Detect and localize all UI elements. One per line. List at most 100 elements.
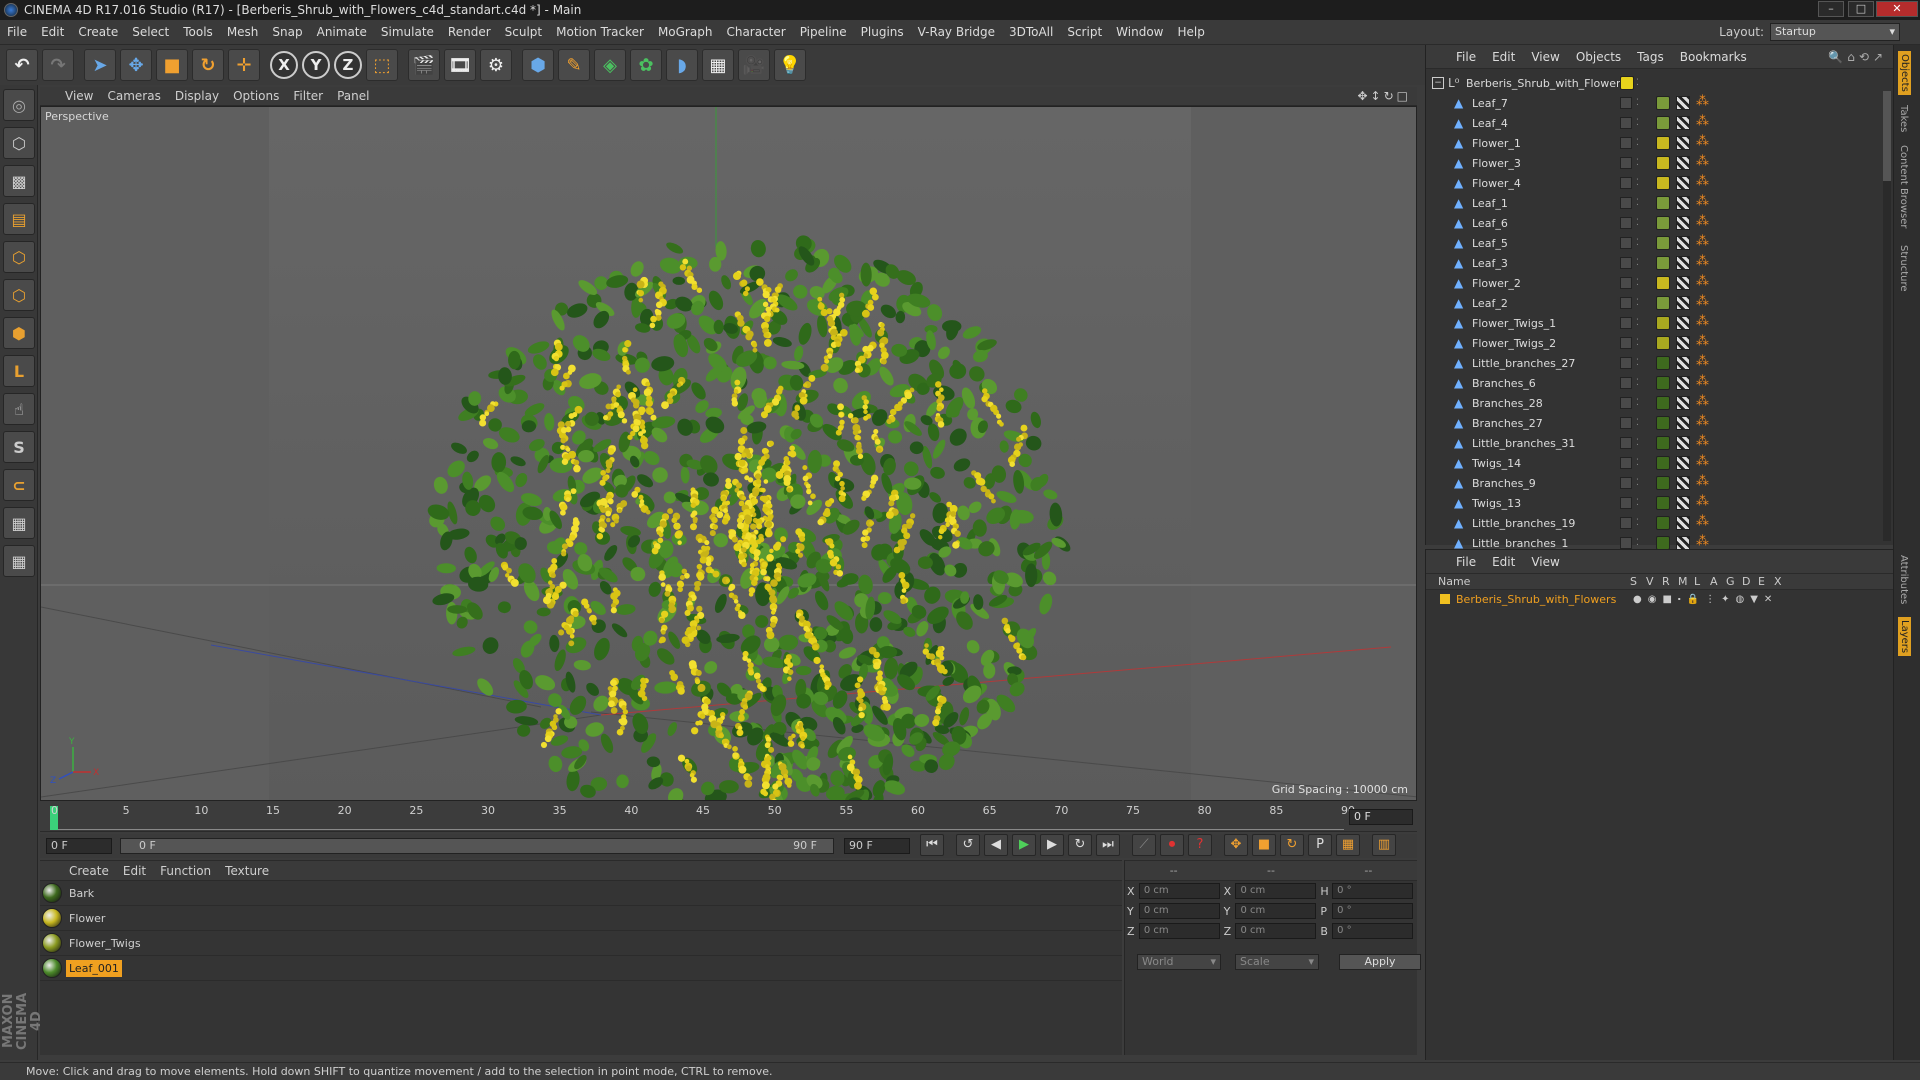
material-tag-icon[interactable] xyxy=(1656,496,1670,510)
visibility-dots[interactable]: ⁚ xyxy=(1636,518,1639,528)
layer-box[interactable] xyxy=(1620,357,1632,369)
menu-character[interactable]: Character xyxy=(719,25,792,39)
timeline-ruler[interactable]: 0 5 10 15 20 25 30 35 40 45 50 55 60 65 70 75 80 85 90 0 F xyxy=(40,802,1417,832)
visibility-dots[interactable]: ⁚ xyxy=(1636,118,1639,128)
object-row[interactable]: ▲ Twigs_13 ⁚ ⁂ xyxy=(1426,493,1886,513)
material-tag-icon[interactable] xyxy=(1656,276,1670,290)
motion-path-icon[interactable]: ⟋ xyxy=(1132,834,1156,856)
rotate-tool-icon[interactable]: ↻ xyxy=(192,49,224,81)
menu-select[interactable]: Select xyxy=(125,25,176,39)
material-menu-edit[interactable]: Edit xyxy=(116,864,153,878)
object-row[interactable]: ▲ Branches_28 ⁚ ⁂ xyxy=(1426,393,1886,413)
menu-file[interactable]: File xyxy=(0,25,34,39)
phong-tag-icon[interactable]: ⁂ xyxy=(1696,535,1710,550)
autokeying-icon[interactable]: ? xyxy=(1188,834,1212,856)
preview-range-slider[interactable]: 0 F 90 F xyxy=(120,838,834,854)
material-tag-icon[interactable] xyxy=(1656,236,1670,250)
material-row-bark[interactable]: Bark xyxy=(40,881,1122,906)
phong-tag-icon[interactable]: ⁂ xyxy=(1696,155,1710,170)
cube-primitive-icon[interactable]: ⬢ xyxy=(522,49,554,81)
visibility-dots[interactable]: ⁚ xyxy=(1636,198,1639,208)
object-menu-objects[interactable]: Objects xyxy=(1568,50,1629,64)
maximize-button[interactable]: □ xyxy=(1848,1,1874,17)
points-mode-icon[interactable]: ⬡ xyxy=(3,241,35,273)
subdivision-surface-icon[interactable]: ◈ xyxy=(594,49,626,81)
rotation-b-field[interactable]: 0 ° xyxy=(1332,923,1413,939)
texture-tag-icon[interactable] xyxy=(1676,256,1690,270)
material-row-flower-twigs[interactable]: Flower_Twigs xyxy=(40,931,1122,956)
texture-tag-icon[interactable] xyxy=(1676,216,1690,230)
minimize-button[interactable]: – xyxy=(1818,1,1844,17)
object-menu-view[interactable]: View xyxy=(1523,50,1567,64)
texture-tag-icon[interactable] xyxy=(1676,356,1690,370)
magnet-icon[interactable]: ⊂ xyxy=(3,469,35,501)
object-row[interactable]: ▲ Flower_2 ⁚ ⁂ xyxy=(1426,273,1886,293)
visibility-dots[interactable]: ⁚ xyxy=(1636,298,1639,308)
texture-tag-icon[interactable] xyxy=(1676,316,1690,330)
menu-plugins[interactable]: Plugins xyxy=(854,25,911,39)
phong-tag-icon[interactable]: ⁂ xyxy=(1696,175,1710,190)
go-to-end-icon[interactable]: ⏭ xyxy=(1096,834,1120,856)
material-tag-icon[interactable] xyxy=(1656,116,1670,130)
viewport-menu-options[interactable]: Options xyxy=(226,89,286,103)
visibility-dots[interactable]: ⁚ xyxy=(1636,358,1639,368)
texture-tag-icon[interactable] xyxy=(1676,456,1690,470)
object-menu-edit[interactable]: Edit xyxy=(1484,50,1523,64)
apply-button[interactable]: Apply xyxy=(1339,954,1421,970)
layer-box[interactable] xyxy=(1620,437,1632,449)
current-frame-field[interactable]: 0 F xyxy=(1349,809,1413,825)
object-row[interactable]: ▲ Branches_9 ⁚ ⁂ xyxy=(1426,473,1886,493)
snap-icon[interactable]: S xyxy=(3,431,35,463)
move-tool-icon[interactable]: ✥ xyxy=(120,49,152,81)
layer-box[interactable] xyxy=(1620,217,1632,229)
visibility-dots[interactable]: ⁚ xyxy=(1636,398,1639,408)
tab-attributes[interactable]: Attributes xyxy=(1898,555,1909,604)
render-picture-viewer-icon[interactable]: 🎞 xyxy=(444,49,476,81)
object-row[interactable]: ▲ Flower_1 ⁚ ⁂ xyxy=(1426,133,1886,153)
layer-box[interactable] xyxy=(1620,137,1632,149)
start-frame-field[interactable]: 0 F xyxy=(46,838,112,854)
material-tag-icon[interactable] xyxy=(1656,316,1670,330)
texture-tag-icon[interactable] xyxy=(1676,176,1690,190)
menu-pipeline[interactable]: Pipeline xyxy=(793,25,854,39)
texture-tag-icon[interactable] xyxy=(1676,516,1690,530)
visibility-dots[interactable]: ⁚ xyxy=(1636,158,1639,168)
layer-box[interactable] xyxy=(1620,177,1632,189)
object-list-scrollbar[interactable] xyxy=(1883,91,1891,541)
select-tool-icon[interactable]: ➤ xyxy=(84,49,116,81)
menu-edit[interactable]: Edit xyxy=(34,25,71,39)
texture-tag-icon[interactable] xyxy=(1676,336,1690,350)
material-tag-icon[interactable] xyxy=(1656,536,1670,550)
phong-tag-icon[interactable]: ⁂ xyxy=(1696,435,1710,450)
layer-box[interactable] xyxy=(1620,277,1632,289)
3d-viewport[interactable]: Y X Z Perspective Grid Spacing : 10000 c… xyxy=(40,106,1417,801)
menu-help[interactable]: Help xyxy=(1170,25,1211,39)
make-editable-icon[interactable]: ◎ xyxy=(3,89,35,121)
phong-tag-icon[interactable]: ⁂ xyxy=(1696,395,1710,410)
position-x-field[interactable]: 0 cm xyxy=(1138,883,1220,899)
key-position-icon[interactable]: ✥ xyxy=(1224,834,1248,856)
coordinate-space-dropdown[interactable]: World xyxy=(1137,954,1221,970)
object-menu-bookmarks[interactable]: Bookmarks xyxy=(1672,50,1755,64)
layer-box[interactable] xyxy=(1620,297,1632,309)
material-tag-icon[interactable] xyxy=(1656,156,1670,170)
phong-tag-icon[interactable]: ⁂ xyxy=(1696,115,1710,130)
visibility-dots[interactable]: ⁚ xyxy=(1636,418,1639,428)
material-menu-create[interactable]: Create xyxy=(62,864,116,878)
phong-tag-icon[interactable]: ⁂ xyxy=(1696,275,1710,290)
menu-window[interactable]: Window xyxy=(1109,25,1170,39)
visibility-dots[interactable]: ⁚ xyxy=(1636,98,1639,108)
menu-tools[interactable]: Tools xyxy=(176,25,220,39)
layer-box[interactable] xyxy=(1620,417,1632,429)
visibility-dots[interactable]: ⁚ xyxy=(1636,378,1639,388)
phong-tag-icon[interactable]: ⁂ xyxy=(1696,195,1710,210)
deformer-icon[interactable]: ◗ xyxy=(666,49,698,81)
layout-dropdown[interactable]: Startup xyxy=(1770,23,1900,41)
object-row[interactable]: ▲ Little_branches_31 ⁚ ⁂ xyxy=(1426,433,1886,453)
phong-tag-icon[interactable]: ⁂ xyxy=(1696,515,1710,530)
layer-box[interactable] xyxy=(1620,97,1632,109)
material-tag-icon[interactable] xyxy=(1656,216,1670,230)
object-row[interactable]: ▲ Leaf_5 ⁚ ⁂ xyxy=(1426,233,1886,253)
expand-collapse-icon[interactable]: − xyxy=(1432,77,1444,89)
texture-tag-icon[interactable] xyxy=(1676,396,1690,410)
